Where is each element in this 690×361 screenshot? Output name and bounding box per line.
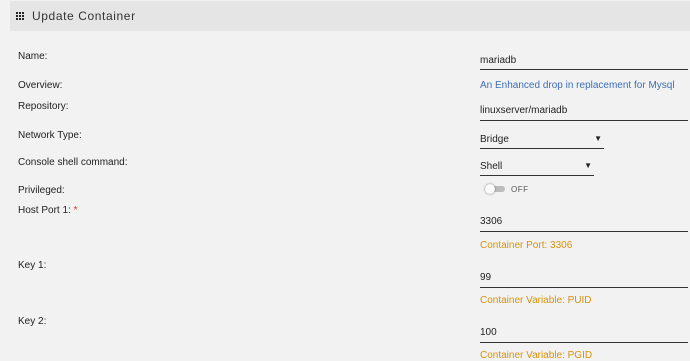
required-marker: * <box>73 205 78 216</box>
host-port-1-underline <box>480 231 688 232</box>
repository-input-underline <box>480 120 688 121</box>
key-2-underline <box>480 342 688 343</box>
name-label: Name: <box>18 51 48 62</box>
page-title: Update Container <box>32 9 136 23</box>
repository-label: Repository: <box>18 101 69 112</box>
network-type-value: Bridge <box>480 134 509 145</box>
key-2-label: Key 2: <box>18 316 47 327</box>
dropdown-caret-icon: ▼ <box>594 134 602 143</box>
key-1-underline <box>480 287 688 288</box>
key-1-label: Key 1: <box>18 260 47 271</box>
console-shell-label: Console shell command: <box>18 157 128 168</box>
toggle-knob <box>485 184 495 194</box>
network-type-label: Network Type: <box>18 130 82 141</box>
overview-link[interactable]: An Enhanced drop in replacement for Mysq… <box>480 80 675 91</box>
name-input-underline <box>480 69 688 70</box>
key-1-hint: Container Variable: PUID <box>480 295 592 306</box>
host-port-1-label: Host Port 1: * <box>18 205 78 216</box>
key-1-input[interactable]: 99 <box>480 272 491 283</box>
network-type-select[interactable]: Bridge ▼ <box>480 134 604 149</box>
name-input[interactable]: mariadb <box>480 55 516 66</box>
console-shell-value: Shell <box>480 161 503 172</box>
dropdown-caret-icon: ▼ <box>584 161 592 170</box>
console-shell-select[interactable]: Shell ▼ <box>480 161 594 176</box>
privileged-label: Privileged: <box>18 185 65 196</box>
privileged-toggle[interactable] <box>485 184 505 194</box>
key-2-input[interactable]: 100 <box>480 327 497 338</box>
host-port-1-input[interactable]: 3306 <box>480 216 502 227</box>
key-2-hint: Container Variable: PGID <box>480 350 593 361</box>
overview-label: Overview: <box>18 80 63 91</box>
host-port-1-label-text: Host Port 1: <box>18 205 71 216</box>
repository-input[interactable]: linuxserver/mariadb <box>480 105 567 116</box>
host-port-1-hint: Container Port: 3306 <box>480 240 573 251</box>
privileged-state: OFF <box>511 185 529 194</box>
apps-grid-icon <box>16 12 25 21</box>
panel-header: Update Container <box>10 1 690 31</box>
